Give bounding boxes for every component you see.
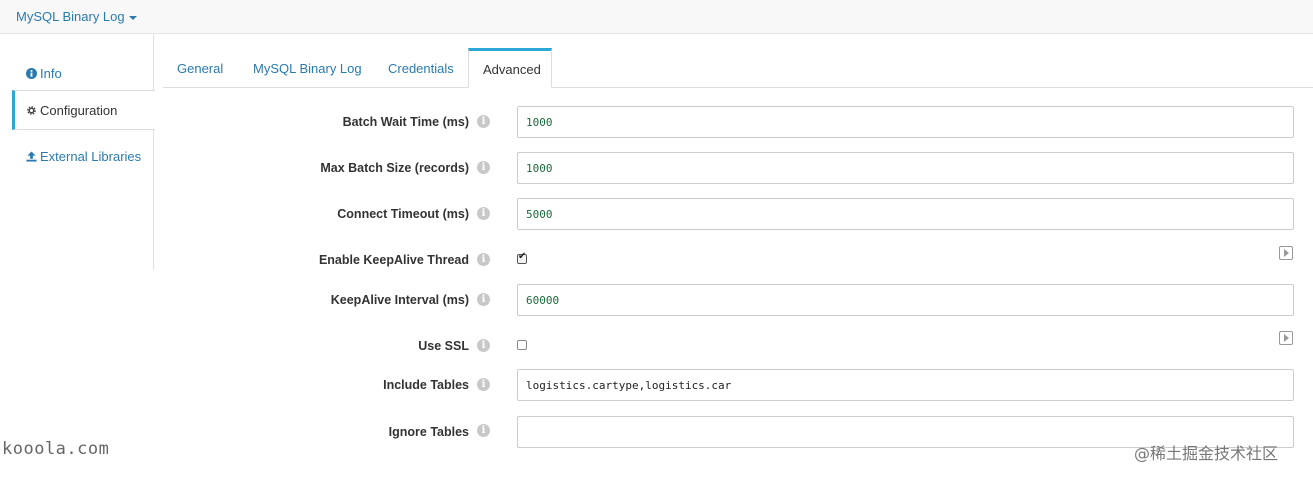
tab-advanced[interactable]: Advanced: [468, 48, 552, 88]
include-tables-label: Include Tables: [383, 378, 469, 392]
gear-icon: [27, 106, 36, 115]
stage-title-label: MySQL Binary Log: [16, 9, 125, 24]
sidebar: Info Configuration External Libraries: [0, 34, 155, 270]
keepalive-interval-label: KeepAlive Interval (ms): [330, 293, 469, 307]
expand-toggle-icon[interactable]: [1279, 331, 1293, 345]
tab-credentials[interactable]: Credentials: [374, 48, 468, 88]
ignore-tables-label: Ignore Tables: [388, 425, 469, 439]
help-info-icon[interactable]: i: [477, 339, 490, 352]
keepalive-interval-input[interactable]: [517, 284, 1294, 316]
tab-mysql-binary-log[interactable]: MySQL Binary Log: [239, 48, 376, 88]
expand-toggle-icon[interactable]: [1279, 246, 1293, 260]
config-tabs: General MySQL Binary Log Credentials Adv…: [163, 48, 1313, 88]
include-tables-input[interactable]: [517, 369, 1294, 401]
enable-keepalive-label: Enable KeepAlive Thread: [318, 253, 469, 267]
connect-timeout-label: Connect Timeout (ms): [337, 207, 469, 221]
check-mark-icon: ✔: [518, 251, 527, 262]
help-info-icon[interactable]: i: [477, 161, 490, 174]
help-info-icon[interactable]: i: [477, 424, 490, 437]
sidebar-item-label: Info: [40, 66, 62, 81]
connect-timeout-input[interactable]: [517, 198, 1294, 230]
max-batch-size-label: Max Batch Size (records): [320, 161, 469, 175]
help-info-icon[interactable]: i: [477, 378, 490, 391]
watermark-left: kooola.com: [2, 439, 110, 459]
sidebar-item-external-libraries[interactable]: External Libraries: [12, 137, 154, 177]
help-info-icon[interactable]: i: [477, 115, 490, 128]
max-batch-size-input[interactable]: [517, 152, 1294, 184]
use-ssl-checkbox[interactable]: [517, 340, 527, 350]
sidebar-item-label: External Libraries: [40, 149, 142, 164]
tab-general[interactable]: General: [163, 48, 237, 88]
enable-keepalive-checkbox[interactable]: ✔: [517, 251, 527, 264]
help-info-icon[interactable]: i: [477, 207, 490, 220]
help-info-icon[interactable]: i: [477, 253, 490, 266]
sidebar-item-configuration[interactable]: Configuration: [12, 90, 155, 130]
upload-icon: [26, 151, 37, 162]
stage-title-dropdown[interactable]: MySQL Binary Log: [16, 9, 137, 24]
use-ssl-label: Use SSL: [418, 339, 469, 353]
batch-wait-time-label: Batch Wait Time (ms): [342, 115, 469, 129]
sidebar-item-info[interactable]: Info: [12, 54, 154, 94]
watermark-right: @稀土掘金技术社区: [1134, 444, 1279, 463]
sidebar-item-label: Configuration: [40, 103, 118, 118]
batch-wait-time-input[interactable]: [517, 106, 1294, 138]
caret-down-icon: [128, 15, 137, 20]
top-bar: MySQL Binary Log: [0, 0, 1313, 34]
info-icon: [26, 68, 37, 79]
help-info-icon[interactable]: i: [477, 293, 490, 306]
